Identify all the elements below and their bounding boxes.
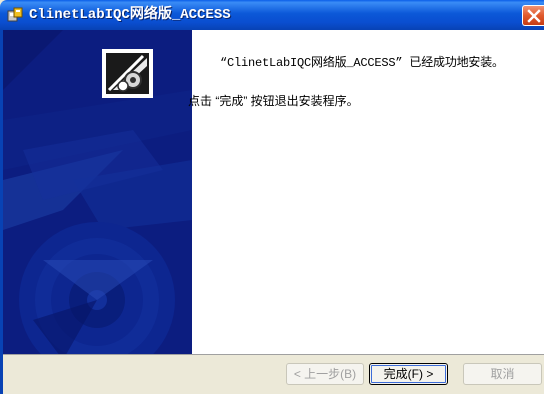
install-success-message: “ClinetLabIQC网络版_ACCESS” 已经成功地安装。 — [220, 56, 504, 70]
finish-instruction: 点击 “完成” 按钮退出安装程序。 — [188, 94, 359, 108]
close-icon — [527, 9, 541, 23]
back-button[interactable]: < 上一步(B) — [286, 363, 364, 385]
finish-button[interactable]: 完成(F) > — [369, 363, 448, 385]
window-title: ClinetLabIQC网络版_ACCESS — [29, 7, 231, 23]
wizard-content: “ClinetLabIQC网络版_ACCESS” 已经成功地安装。 点击 “完成… — [188, 30, 544, 354]
close-button[interactable] — [522, 5, 544, 26]
wizard-button-bar: < 上一步(B) 完成(F) > 取消 — [3, 354, 544, 394]
installer-logo-icon — [102, 49, 153, 98]
title-bar[interactable]: ClinetLabIQC网络版_ACCESS — [0, 0, 544, 30]
cancel-button[interactable]: 取消 — [463, 363, 542, 385]
installer-window: ClinetLabIQC网络版_ACCESS “ClinetLabIQC网络版_… — [0, 0, 544, 394]
installer-icon — [7, 7, 23, 23]
wizard-side-banner — [3, 30, 192, 354]
